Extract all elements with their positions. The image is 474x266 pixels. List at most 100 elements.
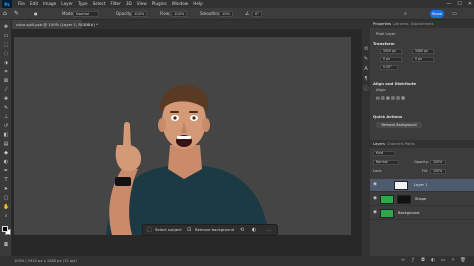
info-panel-icon[interactable]: ⓘ (363, 86, 369, 92)
transform-icon[interactable]: ⟲ (240, 225, 244, 235)
opacity-field[interactable]: 100% (131, 11, 147, 17)
history-panel-icon[interactable]: ⟲ (363, 46, 369, 52)
menu-plugins[interactable]: Plugins (152, 0, 167, 8)
remove-background-quick-button[interactable]: Remove Background (376, 122, 422, 128)
tab-close-icon[interactable]: × (86, 20, 89, 29)
mask-icon[interactable]: ◐ (252, 225, 256, 235)
flow-field[interactable]: 100% (171, 11, 187, 17)
maximize-icon[interactable]: ☐ (457, 0, 461, 8)
layer-row[interactable]: ◉ Shape (370, 193, 474, 206)
link-layers-icon[interactable]: ∞ (400, 258, 406, 264)
menu-window[interactable]: Window (172, 0, 189, 8)
menu-help[interactable]: Help (193, 0, 203, 8)
quick-mask-icon[interactable]: ◘ (3, 242, 9, 248)
brush-size-icon[interactable]: ● (34, 8, 38, 20)
hand-tool-icon[interactable]: ✋ (3, 204, 9, 210)
menu-filter[interactable]: Filter (110, 0, 120, 8)
menu-type[interactable]: Type (78, 0, 88, 8)
layer-row[interactable]: ◉ Background (370, 207, 474, 220)
photoshop-window: Ps File Edit Image Layer Type Select Fil… (0, 0, 474, 266)
visibility-eye-icon[interactable]: ◉ (372, 196, 378, 202)
align-heading[interactable]: Align and Distribute (373, 81, 416, 86)
visibility-eye-icon[interactable]: ◉ (372, 210, 378, 216)
fill-field[interactable]: 100% (430, 169, 446, 174)
tab-libraries[interactable]: Libraries (393, 20, 409, 28)
pixel-layer-label: Pixel Layer (376, 32, 396, 36)
move-tool-icon[interactable]: ✥ (3, 24, 9, 30)
eraser-tool-icon[interactable]: ◧ (3, 132, 9, 138)
home-icon[interactable]: ⌂ (3, 8, 7, 20)
path-selection-icon[interactable]: ➤ (3, 186, 9, 192)
select-subject-button[interactable]: Select subject (155, 225, 182, 235)
brush-tool-icon[interactable]: ✎ (14, 8, 19, 20)
new-layer-icon[interactable]: ＋ (450, 258, 456, 264)
tab-properties[interactable]: Properties (373, 20, 391, 28)
transform-heading[interactable]: Transform (373, 41, 395, 46)
menu-file[interactable]: File (18, 0, 25, 8)
layer-kind-filter[interactable]: Kind (373, 151, 395, 156)
share-button[interactable]: Share (430, 10, 444, 18)
minimize-icon[interactable]: — (446, 0, 451, 8)
zoom-tool-icon[interactable]: ⌕ (3, 213, 9, 219)
blend-mode-select[interactable]: Normal (373, 160, 399, 165)
type-tool-icon[interactable]: T (3, 177, 9, 183)
menu-layer[interactable]: Layer (61, 0, 73, 8)
shape-tool-icon[interactable]: ▢ (3, 195, 9, 201)
object-selection-icon[interactable]: ⬗ (3, 60, 9, 66)
blur-tool-icon[interactable]: ◆ (3, 150, 9, 156)
smoothing-field[interactable]: 10% (219, 11, 233, 17)
healing-brush-icon[interactable]: ✚ (3, 96, 9, 102)
layer-mask-thumbnail[interactable] (397, 195, 411, 204)
opacity-label: Opacity: (116, 11, 133, 16)
adjustment-layer-icon[interactable]: ◐ (430, 258, 436, 264)
menu-view[interactable]: View (137, 0, 147, 8)
gradient-tool-icon[interactable]: ▤ (3, 141, 9, 147)
angle-field[interactable]: 0° (252, 11, 262, 17)
crop-tool-icon[interactable]: ⌗ (3, 69, 9, 75)
brush-settings-icon[interactable]: ✎ (363, 56, 369, 62)
tab-layers[interactable]: Layers (373, 140, 385, 148)
document-canvas[interactable] (14, 37, 351, 235)
quick-actions-heading[interactable]: Quick Actions (373, 114, 402, 119)
width-field[interactable]: 1920 px (380, 49, 402, 54)
remove-background-button[interactable]: Remove background (195, 225, 234, 235)
marquee-tool-icon[interactable]: ⬚ (3, 42, 9, 48)
history-brush-icon[interactable]: ↺ (3, 123, 9, 129)
paragraph-panel-icon[interactable]: ¶ (363, 76, 369, 82)
x-field[interactable]: 0 px (380, 57, 402, 62)
height-field[interactable]: 1080 px (412, 49, 434, 54)
delete-layer-icon[interactable]: 🗑 (460, 258, 466, 264)
search-icon[interactable]: ⌕ (404, 8, 407, 20)
angle-field[interactable]: 0.00° (380, 65, 398, 70)
artboard-tool-icon[interactable]: ▭ (3, 33, 9, 39)
more-options-button[interactable]: … (267, 225, 271, 235)
mode-select[interactable]: Normal (73, 11, 99, 17)
stamp-tool-icon[interactable]: ⊥ (3, 114, 9, 120)
foreground-color-swatch[interactable] (2, 226, 8, 232)
layer-row[interactable]: ◉ Layer 1 (370, 179, 474, 192)
menu-select[interactable]: Select (93, 0, 106, 8)
tab-paths[interactable]: Paths (405, 140, 415, 148)
visibility-eye-icon[interactable]: ◉ (372, 182, 378, 188)
workspace-icon[interactable]: ▭ (452, 8, 457, 20)
menu-image[interactable]: Image (43, 0, 56, 8)
document-tab[interactable]: color-spill.psb @ 100% (Layer 1, RGB/8#)… (12, 20, 98, 29)
y-field[interactable]: 0 px (412, 57, 434, 62)
character-panel-icon[interactable]: A (363, 66, 369, 72)
menu-edit[interactable]: Edit (30, 0, 38, 8)
tab-adjustments[interactable]: Adjustments (411, 20, 434, 28)
lasso-tool-icon[interactable]: ◌ (3, 51, 9, 57)
align-buttons[interactable]: ▤ ▥ ▦ ▧ ▨ ▩ (376, 95, 405, 100)
close-icon[interactable]: ✕ (468, 0, 472, 8)
pen-tool-icon[interactable]: ✒ (3, 168, 9, 174)
new-group-icon[interactable]: ▭ (440, 258, 446, 264)
frame-tool-icon[interactable]: ⊠ (3, 78, 9, 84)
tab-channels[interactable]: Channels (387, 140, 404, 148)
layer-style-icon[interactable]: ƒ (410, 258, 416, 264)
menu-3d[interactable]: 3D (126, 0, 132, 8)
layer-opacity-field[interactable]: 100% (430, 160, 446, 165)
brush-tool-icon[interactable]: ✎ (3, 105, 9, 111)
add-mask-icon[interactable]: ◘ (420, 258, 426, 264)
dodge-tool-icon[interactable]: ◐ (3, 159, 9, 165)
eyedropper-tool-icon[interactable]: ⁄ (3, 87, 9, 93)
